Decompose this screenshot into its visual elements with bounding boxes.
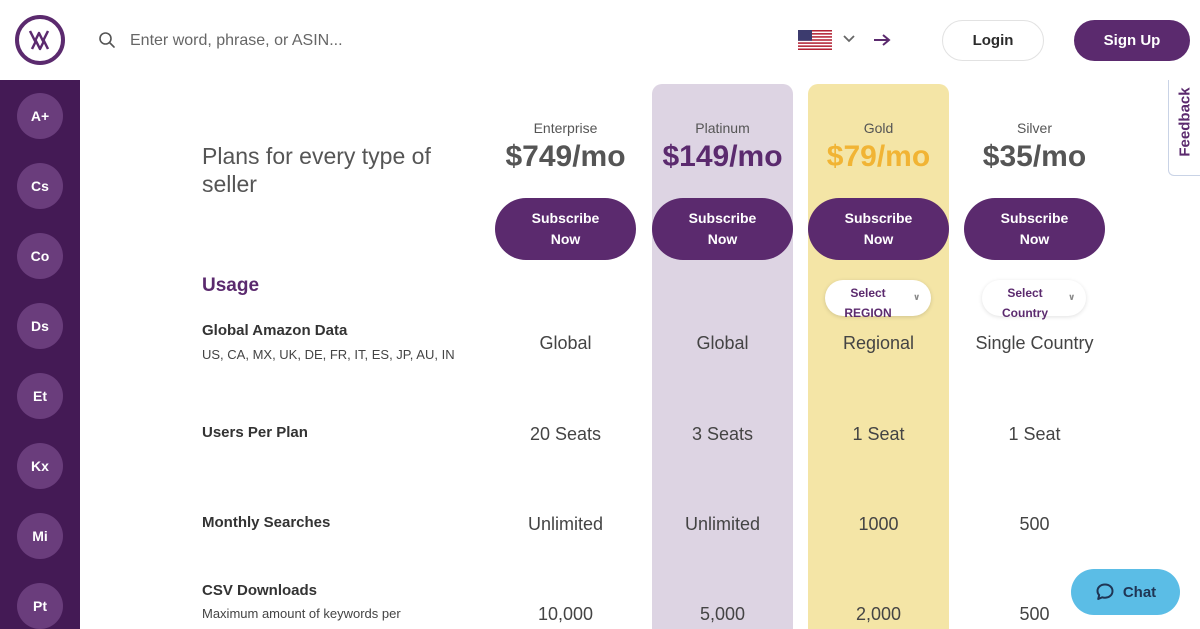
country-select[interactable]: Select Country ∨ bbox=[982, 280, 1086, 320]
region-select-label: Select REGION bbox=[844, 286, 892, 320]
sidebar-item-et[interactable]: Et bbox=[17, 373, 63, 419]
cell-global-data-platinum: Global bbox=[696, 333, 749, 353]
sidebar-item-ds[interactable]: Ds bbox=[17, 303, 63, 349]
chat-bubble-icon bbox=[1096, 583, 1114, 600]
cell-global-data-enterprise: Global bbox=[539, 333, 592, 353]
logo-icon bbox=[28, 30, 50, 51]
cell-searches-silver: 500 bbox=[1019, 514, 1050, 534]
row-label-global-data: Global Amazon Data bbox=[202, 322, 348, 339]
plan-price-silver: $35/mo bbox=[982, 140, 1087, 173]
chevron-down-icon: ∨ bbox=[913, 292, 921, 302]
sidebar-item-cs[interactable]: Cs bbox=[17, 163, 63, 209]
chevron-down-icon: ∨ bbox=[1068, 292, 1076, 302]
search-icon bbox=[99, 32, 115, 48]
signup-button[interactable]: Sign Up bbox=[1074, 20, 1190, 61]
us-flag-icon[interactable] bbox=[798, 30, 832, 50]
page-title: Plans for every type of seller bbox=[202, 143, 431, 197]
sidebar-item-mi[interactable]: Mi bbox=[17, 513, 63, 559]
region-select[interactable]: Select REGION ∨ bbox=[825, 280, 931, 320]
cell-searches-gold: 1000 bbox=[858, 514, 899, 534]
cell-csv-enterprise: 10,000 bbox=[537, 604, 594, 624]
feedback-tab[interactable]: Feedback bbox=[1168, 68, 1200, 176]
cell-csv-platinum: 5,000 bbox=[699, 604, 746, 624]
plan-price-platinum: $149/mo bbox=[662, 140, 783, 173]
logo[interactable] bbox=[15, 15, 65, 65]
usage-heading: Usage bbox=[202, 275, 260, 296]
cell-csv-gold: 2,000 bbox=[855, 604, 902, 624]
plan-name-platinum: Platinum bbox=[695, 120, 750, 136]
plan-name-enterprise: Enterprise bbox=[533, 120, 598, 136]
cell-global-data-gold: Regional bbox=[842, 333, 915, 353]
sidebar: A+ Cs Co Ds Et Kx Mi Pt bbox=[0, 80, 80, 629]
country-select-label: Select Country bbox=[1002, 286, 1048, 320]
sidebar-item-co[interactable]: Co bbox=[17, 233, 63, 279]
subscribe-button-platinum[interactable]: Subscribe Now bbox=[652, 198, 793, 260]
top-bar: Login Sign Up bbox=[0, 0, 1200, 80]
login-button[interactable]: Login bbox=[942, 20, 1044, 61]
search-input[interactable] bbox=[130, 28, 550, 54]
plan-name-gold: Gold bbox=[863, 120, 894, 136]
plan-name-silver: Silver bbox=[1016, 120, 1052, 136]
row-label-searches: Monthly Searches bbox=[202, 514, 331, 531]
cell-users-silver: 1 Seat bbox=[1008, 424, 1061, 444]
plan-price-enterprise: $749/mo bbox=[505, 140, 626, 173]
arrow-right-icon[interactable] bbox=[872, 32, 892, 48]
row-sub-global-data: US, CA, MX, UK, DE, FR, IT, ES, JP, AU, … bbox=[202, 347, 455, 362]
cell-global-data-silver: Single Country bbox=[975, 333, 1094, 353]
feedback-label: Feedback bbox=[1176, 87, 1193, 157]
chevron-down-icon[interactable] bbox=[842, 34, 856, 44]
cell-searches-platinum: Unlimited bbox=[684, 514, 761, 534]
cell-users-gold: 1 Seat bbox=[852, 424, 905, 444]
sidebar-item-a-plus[interactable]: A+ bbox=[17, 93, 63, 139]
subscribe-button-enterprise[interactable]: Subscribe Now bbox=[495, 198, 636, 260]
cell-users-platinum: 3 Seats bbox=[691, 424, 754, 444]
chat-button[interactable]: Chat bbox=[1071, 569, 1180, 615]
plan-price-gold: $79/mo bbox=[826, 140, 931, 173]
sidebar-item-pt[interactable]: Pt bbox=[17, 583, 63, 629]
subscribe-button-silver[interactable]: Subscribe Now bbox=[964, 198, 1105, 260]
sidebar-item-kx[interactable]: Kx bbox=[17, 443, 63, 489]
chat-label: Chat bbox=[1122, 583, 1157, 601]
subscribe-button-gold[interactable]: Subscribe Now bbox=[808, 198, 949, 260]
cell-searches-enterprise: Unlimited bbox=[527, 514, 604, 534]
row-sub-csv: Maximum amount of keywords per bbox=[202, 606, 401, 621]
row-label-users: Users Per Plan bbox=[202, 424, 308, 441]
cell-users-enterprise: 20 Seats bbox=[529, 424, 602, 444]
row-label-csv: CSV Downloads bbox=[202, 582, 318, 599]
